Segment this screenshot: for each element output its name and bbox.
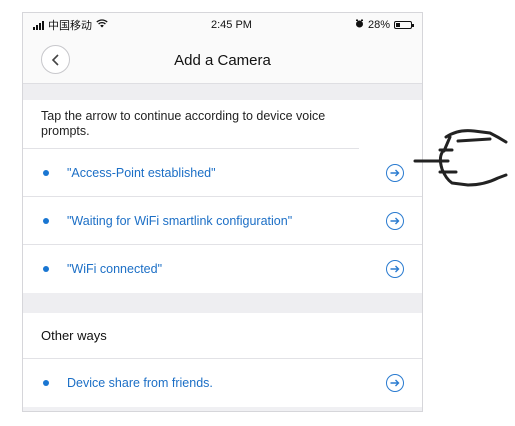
voice-prompt-section: Tap the arrow to continue according to d… [23,100,422,293]
bullet-dot [43,266,49,272]
prompt-row-access-point[interactable]: "Access-Point established" [23,149,422,197]
other-ways-heading: Other ways [23,313,422,359]
other-ways-section: Other ways Device share from friends. [23,313,422,407]
battery-level [396,23,400,27]
wifi-icon [96,19,108,31]
back-button[interactable] [41,45,70,74]
signal-icon [33,20,44,30]
navigation-bar: Add a Camera [23,37,422,84]
prompt-label: "Access-Point established" [67,165,216,180]
section-spacer [23,84,422,100]
prompt-label: "Waiting for WiFi smartlink configuratio… [67,213,293,228]
prompt-row-wifi-connected[interactable]: "WiFi connected" [23,245,422,293]
status-bar: 中国移动 2:45 PM 28% [23,13,422,37]
device-share-label: Device share from friends. [67,376,213,390]
arrow-right-circle-icon[interactable] [386,211,404,230]
pointing-hand-icon [413,129,508,187]
status-left: 中国移动 [33,17,108,33]
phone-screen: 中国移动 2:45 PM 28% Add a Camera Tap the ar… [22,12,423,412]
prompt-label: "WiFi connected" [67,262,163,276]
instruction-text: Tap the arrow to continue according to d… [23,100,359,149]
arrow-right-circle-icon[interactable] [386,260,404,278]
chevron-left-icon [51,53,59,66]
arrow-right-circle-icon[interactable] [386,163,404,182]
bullet-dot [43,380,49,386]
status-right: 28% [355,19,414,31]
arrow-right-circle-icon[interactable] [386,374,404,392]
section-spacer [23,293,422,313]
bullet-dot [43,169,49,176]
prompt-row-smartlink[interactable]: "Waiting for WiFi smartlink configuratio… [23,197,422,245]
page-title: Add a Camera [174,51,271,69]
battery-icon [394,21,414,29]
bullet-dot [43,217,49,224]
carrier-label: 中国移动 [48,20,92,32]
battery-percent: 28% [367,19,390,31]
alarm-icon [355,19,364,31]
device-share-row[interactable]: Device share from friends. [23,359,422,407]
clock: 2:45 PM [211,19,252,31]
